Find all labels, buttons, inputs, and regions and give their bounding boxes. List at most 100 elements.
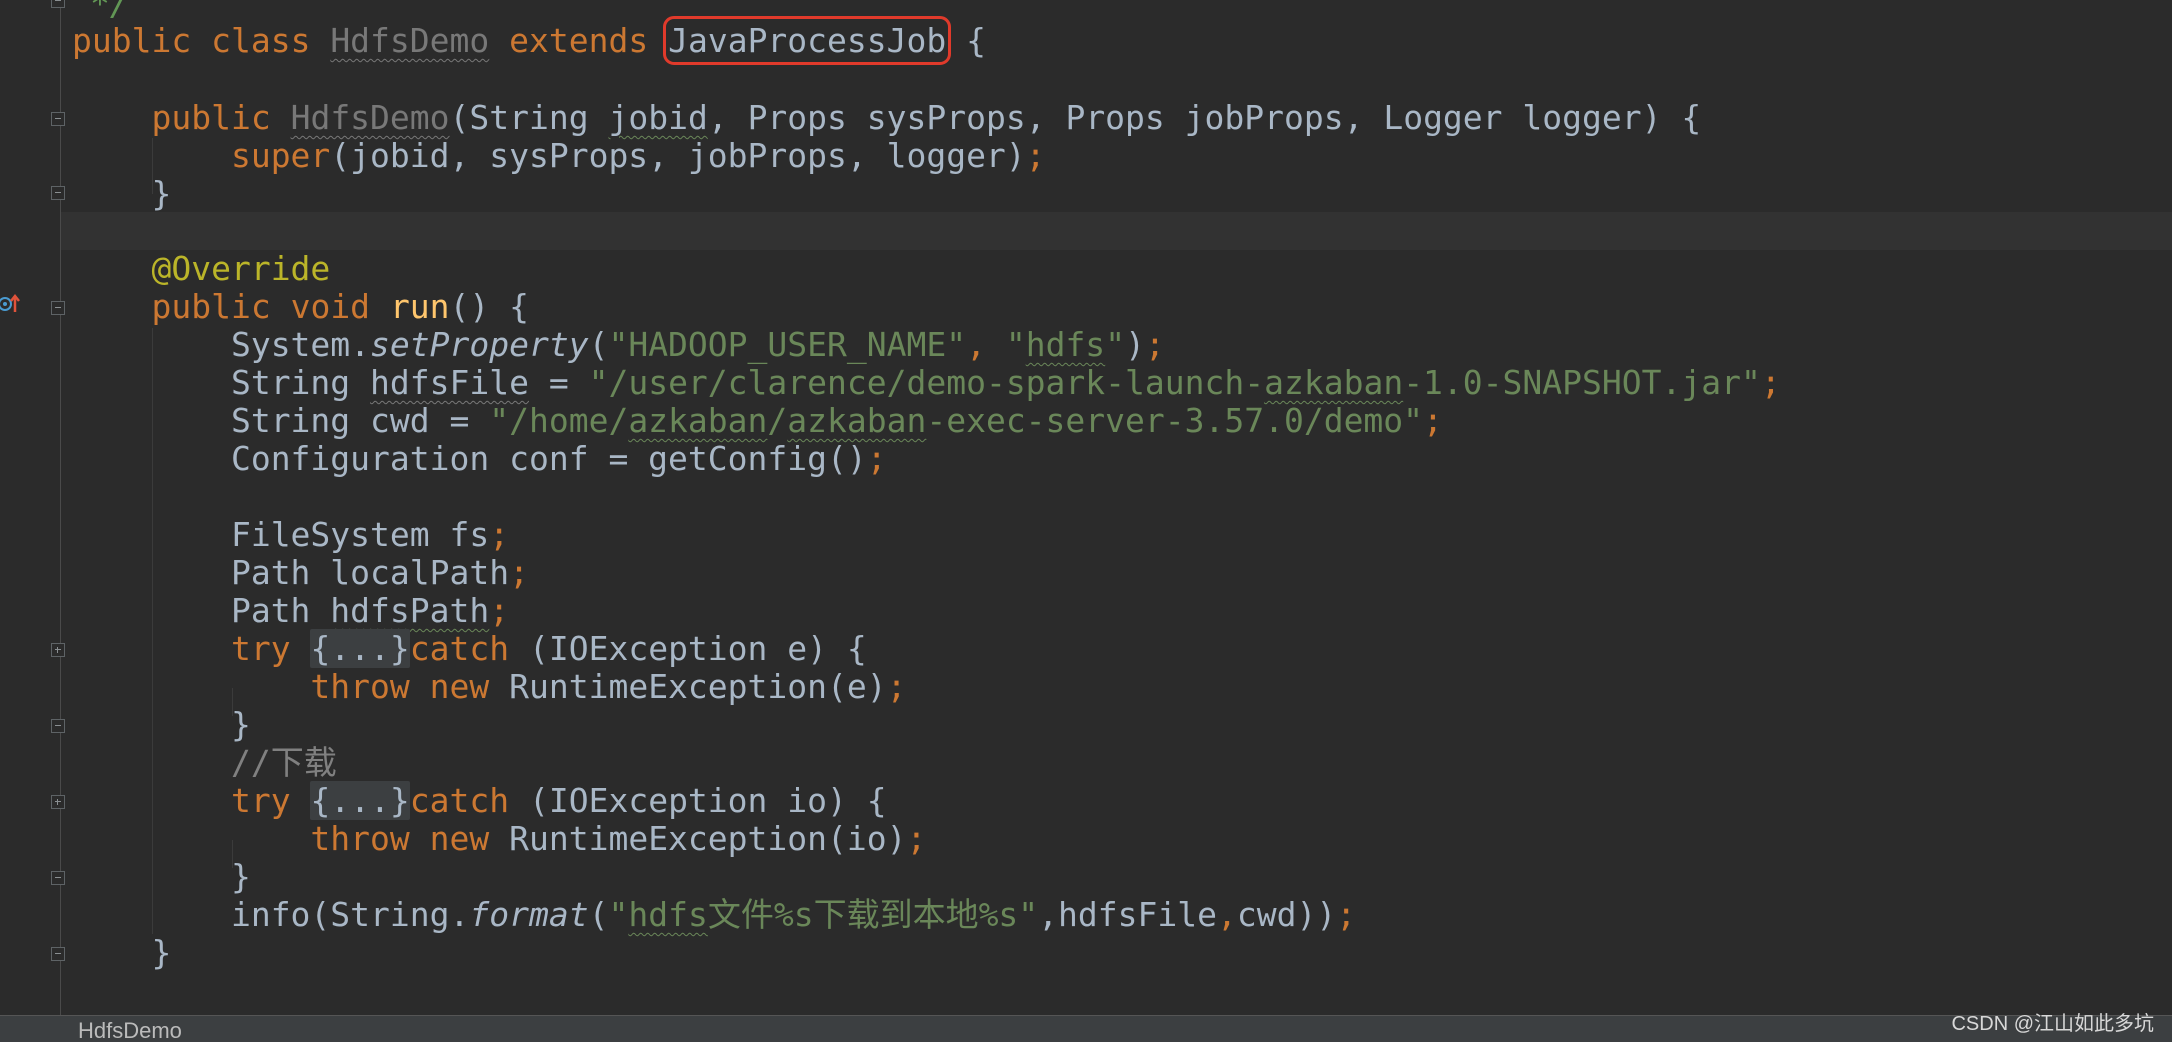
doc-comment-end: */ (90, 0, 130, 23)
string-literal: 文件%s下载到本地%s" (707, 895, 1039, 934)
code-text: (String (449, 98, 609, 137)
string-literal: hdfs (628, 895, 708, 934)
code-text: } (151, 933, 172, 972)
keyword: super (230, 136, 331, 175)
fold-end-icon[interactable] (51, 947, 65, 961)
string-literal: azkaban (628, 401, 768, 440)
code-line: info(String.format("hdfs文件%s下载到本地%s",hdf… (72, 896, 1356, 934)
semicolon: ; (489, 591, 510, 630)
constructor-name[interactable]: HdfsDemo (291, 98, 450, 137)
semicolon: ; (906, 819, 927, 858)
keyword: public (72, 21, 192, 60)
string-literal: " (1005, 325, 1026, 364)
code-line: public HdfsDemo(String jobid, Props sysP… (72, 99, 1701, 137)
semicolon: ; (1423, 401, 1443, 440)
code-line: try {...}catch (IOException e) { (72, 629, 867, 668)
editor-gutter (0, 0, 65, 1042)
fold-end-icon[interactable] (51, 0, 65, 8)
code-line: System.setProperty("HADOOP_USER_NAME", "… (72, 326, 1165, 364)
fold-expand-icon[interactable] (51, 643, 65, 657)
keyword: void (290, 287, 371, 326)
code-text: ) (1125, 325, 1145, 364)
code-text: (IOException e) { (509, 629, 867, 668)
fold-start-icon[interactable] (51, 112, 65, 126)
string-literal: azkaban (787, 401, 927, 440)
string-literal: -exec-server-3.57.0/demo" (926, 401, 1424, 440)
code-line: public void run() { (72, 288, 529, 326)
code-text: FileSystem fs (230, 515, 490, 554)
param-name: jobid (608, 98, 708, 137)
keyword: catch (409, 781, 510, 820)
semicolon: ; (509, 553, 529, 592)
code-line: String cwd = "/home/azkaban/azkaban-exec… (72, 402, 1443, 440)
semicolon: ; (866, 439, 887, 478)
comma: , (966, 325, 1006, 364)
keyword: extends (509, 21, 649, 60)
code-line: //下载 (72, 744, 337, 782)
code-text: } (230, 857, 251, 896)
comma: , (1216, 895, 1237, 934)
code-text: = (528, 363, 589, 402)
keyword: public (151, 98, 271, 137)
semicolon: ; (1025, 136, 1046, 175)
string-literal: hdfs (1025, 325, 1106, 364)
editor-tab-bar: HdfsDemo (0, 1015, 2172, 1042)
code-line: super(jobid, sysProps, jobProps, logger)… (72, 137, 1046, 175)
fold-end-icon[interactable] (51, 719, 65, 733)
code-text: } (230, 705, 251, 744)
variable-name: hdfsFile (370, 363, 529, 402)
string-literal: "/home/ (489, 401, 629, 440)
string-literal: azkaban (1264, 363, 1404, 402)
keyword: class (211, 21, 311, 60)
string-literal: "HADOOP_USER_NAME" (608, 325, 967, 364)
keyword: throw (310, 667, 410, 706)
string-literal: / (767, 401, 788, 440)
string-literal: " (608, 895, 629, 934)
code-text: Configuration conf = getConfig() (230, 439, 867, 478)
fold-end-icon[interactable] (51, 186, 65, 200)
code-line: } (72, 934, 171, 972)
code-text: , Props sysProps, Props jobProps, Logger… (707, 98, 1702, 137)
method-name[interactable]: run (390, 287, 450, 326)
fold-start-icon[interactable] (51, 301, 65, 315)
code-text: Path localPath (230, 553, 510, 592)
static-method: setProperty (370, 325, 589, 364)
code-line: } (72, 175, 171, 213)
code-text: ( (588, 895, 609, 934)
watermark: CSDN @江山如此多坑 (1951, 1013, 2154, 1035)
annotation: @Override (151, 249, 331, 288)
semicolon: ; (1760, 363, 1781, 402)
code-line: throw new RuntimeException(io); (72, 820, 926, 858)
code-text: (IOException io) { (509, 781, 887, 820)
code-text: } (151, 174, 172, 213)
code-text: () { (449, 287, 530, 326)
code-text: ,hdfsFile (1038, 895, 1217, 934)
fold-end-icon[interactable] (51, 871, 65, 885)
override-method-icon[interactable] (0, 292, 22, 316)
keyword: new (429, 819, 490, 858)
semicolon: ; (489, 515, 510, 554)
code-editor[interactable]: */ public class HdfsDemo extends JavaPro… (0, 0, 2172, 1042)
string-literal: -1.0-SNAPSHOT.jar" (1403, 363, 1761, 402)
file-tab-label[interactable]: HdfsDemo (78, 1018, 182, 1042)
code-text: String cwd = (230, 401, 490, 440)
folded-block[interactable]: {...} (310, 629, 410, 668)
code-line: } (72, 858, 251, 896)
code-line: Path localPath; (72, 554, 529, 592)
folded-block[interactable]: {...} (310, 781, 410, 820)
keyword: catch (409, 629, 510, 668)
class-name[interactable]: HdfsDemo (330, 21, 489, 60)
code-line: try {...}catch (IOException io) { (72, 781, 887, 820)
current-line-highlight (61, 212, 2172, 250)
code-line: Path hdfsPath; (72, 592, 509, 630)
fold-expand-icon[interactable] (51, 795, 65, 809)
string-literal: " (1105, 325, 1126, 364)
code-line: @Override (72, 250, 330, 288)
code-line: } (72, 706, 251, 744)
code-text: RuntimeException(io) (489, 819, 907, 858)
semicolon: ; (1144, 325, 1165, 364)
highlighted-superclass[interactable]: JavaProcessJob (663, 16, 952, 65)
keyword: public (151, 287, 271, 326)
code-line: public class HdfsDemo extends JavaProces… (72, 16, 986, 65)
keyword: new (429, 667, 490, 706)
